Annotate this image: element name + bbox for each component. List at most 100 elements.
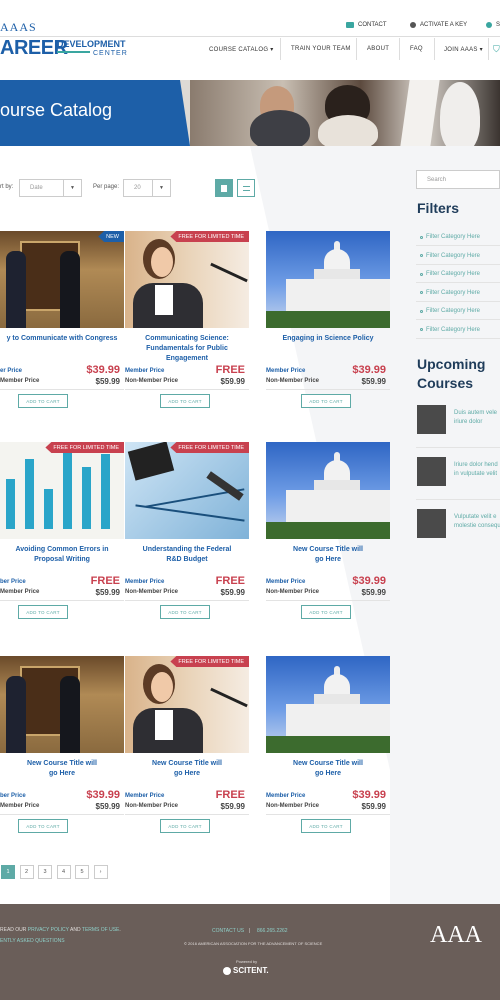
add-to-cart-button[interactable]: ADD TO CART: [301, 394, 351, 408]
filter-item[interactable]: Filter Category Here: [420, 253, 480, 259]
course-image[interactable]: FREE FOR LIMITED TIME: [125, 231, 249, 328]
page-button[interactable]: 1: [1, 865, 15, 879]
phone-link[interactable]: 866.265.2262: [257, 928, 288, 934]
upcoming-course-text[interactable]: Duis autem vele iriure dolor: [454, 409, 500, 427]
course-title[interactable]: New Course Title will go Here: [266, 545, 390, 565]
signin-link[interactable]: S: [486, 22, 500, 28]
upcoming-course-thumbnail[interactable]: [417, 457, 446, 486]
course-image[interactable]: FREE FOR LIMITED TIME: [125, 656, 249, 753]
nonmember-price-value: $59.99: [220, 588, 245, 597]
add-to-cart-button[interactable]: ADD TO CART: [160, 394, 210, 408]
course-image[interactable]: FREE FOR LIMITED TIME: [0, 442, 124, 539]
page-button[interactable]: 2: [19, 865, 34, 879]
handshake-image: [0, 656, 124, 753]
filter-label: Filter Category Here: [426, 326, 481, 333]
sort-select[interactable]: Date ▼: [19, 179, 82, 197]
course-card[interactable]: NEW y to Communicate with Congress er Pric…: [0, 231, 124, 421]
search-input[interactable]: Search: [416, 170, 500, 189]
chevron-down-icon: ▼: [152, 180, 170, 196]
course-card[interactable]: FREE FOR LIMITED TIME Avoiding Common Err…: [0, 442, 124, 632]
page-button[interactable]: 5: [75, 865, 89, 879]
footer-read-text: READ OUR: [0, 927, 28, 933]
filter-item[interactable]: Filter Category Here: [420, 234, 480, 240]
course-image[interactable]: FREE FOR LIMITED TIME: [125, 442, 249, 539]
faq-link[interactable]: ENTLY ASKED QUESTIONS: [0, 938, 65, 944]
upcoming-course-text[interactable]: Iriure dolor hend in vulputate velit: [454, 461, 500, 479]
course-title[interactable]: New Course Title will go Here: [266, 759, 390, 779]
add-to-cart-button[interactable]: ADD TO CART: [301, 819, 351, 833]
privacy-policy-link[interactable]: PRIVACY POLICY: [28, 927, 69, 933]
nav-separator: [356, 38, 357, 60]
list-view-button[interactable]: [237, 179, 255, 197]
upcoming-course-thumbnail[interactable]: [417, 509, 446, 538]
filter-item[interactable]: Filter Category Here: [420, 290, 480, 296]
course-title[interactable]: y to Communicate with Congress: [0, 334, 124, 344]
card-divider: [125, 600, 249, 601]
nav-join-aaas[interactable]: JOIN AAAS ▾: [444, 41, 483, 57]
nonmember-price-value: $59.99: [95, 588, 120, 597]
course-card[interactable]: Engaging in Science Policy Member Price $3…: [266, 231, 390, 421]
add-to-cart-button[interactable]: ADD TO CART: [301, 605, 351, 619]
add-to-cart-button[interactable]: ADD TO CART: [18, 394, 68, 408]
member-price-value: FREE: [90, 575, 120, 587]
aaas-footer-logo[interactable]: AAA: [430, 922, 482, 949]
course-title[interactable]: New Course Title will go Here: [125, 759, 249, 779]
upcoming-course-thumbnail[interactable]: [417, 405, 446, 434]
course-title[interactable]: Understanding the Federal R&D Budget: [125, 545, 249, 565]
terms-of-use-link[interactable]: TERMS OF USE: [82, 927, 120, 933]
cart-icon[interactable]: ⛉: [493, 41, 500, 57]
filter-item[interactable]: Filter Category Here: [420, 308, 480, 314]
course-image[interactable]: NEW: [0, 231, 124, 328]
course-image[interactable]: [0, 656, 124, 753]
activate-key-link[interactable]: ACTIVATE A KEY: [410, 22, 467, 28]
nav-train-your-team[interactable]: TRAIN YOUR TEAM: [291, 41, 351, 57]
nav-faq[interactable]: FAQ: [410, 41, 423, 57]
scitent-logo[interactable]: SCITENT.: [223, 966, 269, 975]
course-image[interactable]: [266, 656, 390, 753]
nonmember-price-label: Non-Member Price: [125, 378, 179, 384]
filter-item[interactable]: Filter Category Here: [420, 327, 480, 333]
bullet-icon: [420, 328, 423, 331]
course-card[interactable]: New Course Title will go Here ber Price $39…: [0, 656, 124, 846]
add-to-cart-button[interactable]: ADD TO CART: [18, 819, 68, 833]
filter-label: Filter Category Here: [426, 234, 481, 240]
course-title[interactable]: Engaging in Science Policy: [266, 334, 390, 344]
course-card[interactable]: FREE FOR LIMITED TIME New Course Title wi…: [125, 656, 249, 846]
add-to-cart-button[interactable]: ADD TO CART: [18, 605, 68, 619]
next-page-button[interactable]: ›: [93, 865, 108, 879]
filter-label: Filter Category Here: [426, 271, 481, 277]
nav-about[interactable]: ABOUT: [367, 41, 389, 57]
bullet-icon: [420, 291, 423, 294]
course-card[interactable]: FREE FOR LIMITED TIME Communicating Scien…: [125, 231, 249, 421]
filters-heading: Filters: [417, 200, 460, 216]
course-card[interactable]: New Course Title will go Here Member Price…: [266, 442, 390, 632]
page-button[interactable]: 4: [56, 865, 71, 879]
course-image[interactable]: [266, 231, 390, 328]
add-to-cart-button[interactable]: ADD TO CART: [160, 819, 210, 833]
aaas-logo-text[interactable]: AAAS: [0, 20, 37, 35]
page-button[interactable]: 3: [38, 865, 52, 879]
contact-link[interactable]: CONTACT: [346, 22, 387, 28]
add-to-cart-button[interactable]: ADD TO CART: [160, 605, 210, 619]
upcoming-course-text[interactable]: Vulputate velit e molestie consequ: [454, 513, 500, 531]
filter-item[interactable]: Filter Category Here: [420, 271, 480, 277]
upcoming-line2: in vulputate velit: [454, 471, 498, 477]
member-price-label: ber Price: [0, 793, 26, 799]
per-page-select[interactable]: 20 ▼: [123, 179, 171, 197]
card-divider: [266, 389, 390, 390]
course-title[interactable]: Communicating Science: Fundamentals for P…: [125, 334, 249, 364]
course-card[interactable]: FREE FOR LIMITED TIME Understanding the F…: [125, 442, 249, 632]
nav-course-catalog[interactable]: COURSE CATALOG ▾: [209, 41, 274, 57]
contact-us-link[interactable]: CONTACT US: [212, 928, 244, 934]
course-title[interactable]: Avoiding Common Errors in Proposal Writin…: [0, 545, 124, 565]
course-card[interactable]: New Course Title will go Here Member Price…: [266, 656, 390, 846]
card-divider: [0, 389, 124, 390]
course-title[interactable]: New Course Title will go Here: [0, 759, 124, 779]
grid-view-button[interactable]: [215, 179, 233, 197]
nonmember-price-label: Non-Member Price: [266, 378, 320, 384]
nonmember-price-value: $59.99: [95, 377, 120, 386]
course-image[interactable]: [266, 442, 390, 539]
member-price-value: $39.99: [86, 789, 120, 801]
speaker-image: [125, 231, 249, 328]
member-price-label: Member Price: [266, 368, 306, 374]
